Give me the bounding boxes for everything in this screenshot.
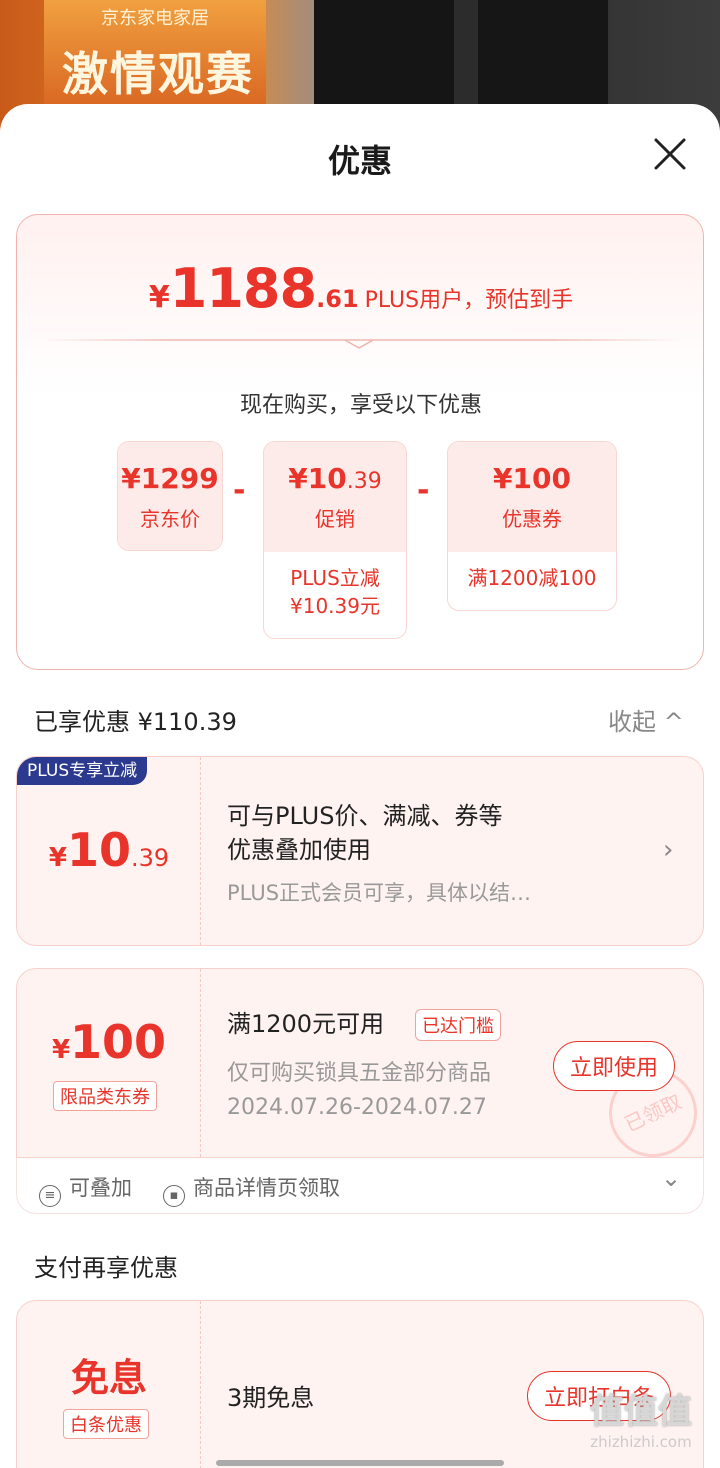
coupon-detail: 满1200减100: [467, 566, 597, 590]
price-box-coupon: ¥100 优惠券 满1200减100: [447, 441, 617, 611]
baitiao-desc: 3期免息: [227, 1384, 315, 1412]
threshold-badge: 已达门槛: [415, 1009, 501, 1041]
divider-notch-icon: [345, 339, 373, 349]
stackable-label: 可叠加: [69, 1176, 132, 1200]
promo-amount-decimal: .39: [346, 469, 382, 494]
discount-subhead: 现在购买，享受以下优惠: [239, 393, 482, 418]
coupon-label: 优惠券: [502, 507, 562, 531]
close-icon[interactable]: [650, 134, 690, 174]
plus-desc-line1: 可与PLUS价、满减、券等: [227, 802, 503, 830]
jd-price-amount: ¥1299: [121, 462, 219, 495]
pay-discount-title: 支付再享优惠: [34, 1254, 178, 1282]
coupon-type-badge: 限品类东券: [53, 1081, 157, 1111]
coupon-100-amount: ¥100: [17, 1015, 201, 1069]
plus-currency: ¥: [48, 843, 67, 873]
plus-tag: PLUS专享立减: [17, 757, 148, 785]
watermark: 值值值 zhizhizhi.com: [566, 1384, 716, 1451]
plus-amount-dec: .39: [130, 844, 170, 872]
coupon-100-currency: ¥: [51, 1035, 71, 1065]
promo-amount: ¥10.39: [264, 442, 406, 495]
minus-sign: -: [417, 473, 430, 508]
jd-price-label: 京东价: [140, 507, 200, 531]
minus-sign: -: [233, 473, 246, 508]
plus-discount-card[interactable]: PLUS专享立减 ¥10.39 可与PLUS价、满减、券等 优惠叠加使用 PLU…: [16, 756, 704, 946]
chevron-down-icon[interactable]: ⌄: [661, 1164, 681, 1192]
baitiao-type-badge: 白条优惠: [63, 1409, 149, 1439]
promo-title: 激情观赛: [62, 47, 254, 101]
baitiao-amount: 免息: [70, 1356, 147, 1400]
promo-top-text: 京东家电家居: [101, 8, 209, 29]
chevron-right-icon[interactable]: ›: [663, 835, 673, 865]
promo-label: 促销: [315, 507, 355, 531]
watermark-url: zhizhizhi.com: [590, 1433, 692, 1451]
coupon-100-value: 100: [70, 1015, 167, 1069]
price-note: PLUS用户，预估到手: [364, 288, 574, 313]
plus-discount-amount: ¥10.39: [17, 823, 201, 877]
home-indicator[interactable]: [216, 1460, 504, 1466]
stackable-info: ≡ 可叠加: [39, 1172, 132, 1207]
source-info: ▪ 商品详情页领取: [163, 1172, 340, 1207]
sheet-title: 优惠: [327, 142, 392, 180]
collapse-button[interactable]: 收起 ^: [608, 702, 684, 737]
estimated-price: ¥1188.61 PLUS用户，预估到手: [17, 257, 705, 320]
coupon-100-period: 2024.07.26-2024.07.27: [227, 1095, 487, 1120]
coupon-100-title: 满1200元可用: [227, 1010, 385, 1038]
coupon-100-card: ¥100 限品类东券 满1200元可用 已达门槛 仅可购买锁具五金部分商品 20…: [16, 968, 704, 1158]
plus-amount-int: 10: [66, 823, 131, 877]
coupon-100-desc: 仅可购买锁具五金部分商品: [227, 1061, 492, 1086]
price-currency: ¥: [148, 280, 170, 315]
discount-sheet: 优惠 ¥1188.61 PLUS用户，预估到手 现在购买，享受以下优惠 ¥1299…: [0, 104, 720, 1468]
use-now-button[interactable]: 立即使用: [553, 1041, 676, 1091]
price-box-promo: ¥10.39 促销 PLUS立减 ¥10.39元: [263, 441, 407, 639]
price-integer: 1188: [169, 257, 317, 320]
source-label: 商品详情页领取: [193, 1176, 340, 1200]
promo-detail-line2: ¥10.39元: [290, 594, 380, 618]
price-decimal: .61: [316, 285, 359, 313]
price-box-jd: ¥1299 京东价: [117, 441, 223, 551]
plus-desc-line2: 优惠叠加使用: [227, 836, 371, 864]
promo-amount-main: ¥10: [288, 462, 347, 495]
enjoyed-discount-title: 已享优惠 ¥110.39: [34, 708, 237, 736]
watermark-logo: 值值值: [590, 1392, 692, 1432]
promo-detail-line1: PLUS立减: [290, 566, 380, 590]
plus-desc-sub: PLUS正式会员可享，具体以结…: [227, 881, 532, 905]
price-summary-card: ¥1188.61 PLUS用户，预估到手 现在购买，享受以下优惠 ¥1299 京东…: [16, 214, 704, 670]
coupon-100-footer: ≡ 可叠加 ▪ 商品详情页领取 ⌄: [16, 1158, 704, 1214]
stack-icon: ≡: [39, 1185, 61, 1207]
ticket-icon: ▪: [163, 1185, 185, 1207]
coupon-amount: ¥100: [493, 462, 571, 495]
